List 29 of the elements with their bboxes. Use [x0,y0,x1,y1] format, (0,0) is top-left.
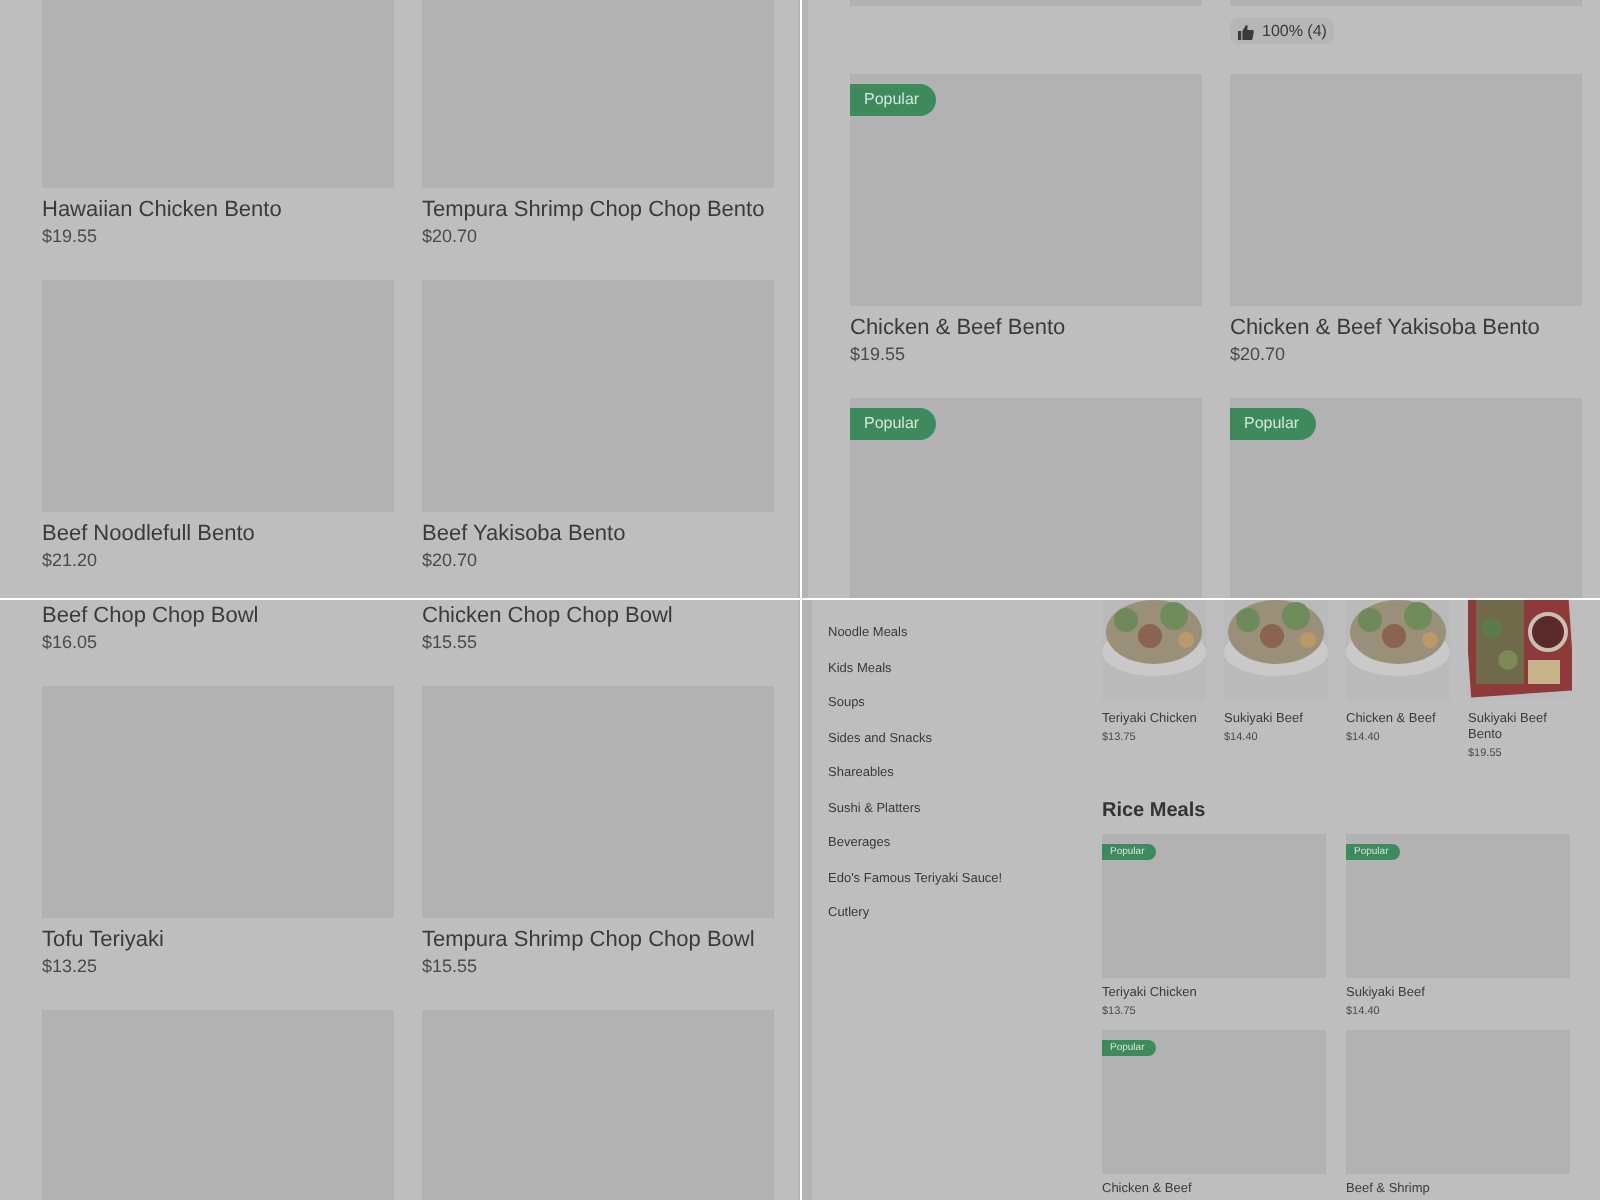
item-name: Tofu Teriyaki [42,926,166,954]
item-name: Beef Yakisoba Bento [422,520,628,548]
item-price: $20.70 [422,224,480,250]
item-name: Chicken & Beef Yakisoba Bento [1230,314,1542,342]
rating-text: 100% (4) [1262,22,1327,40]
image-placeholder[interactable]: Popular [850,398,1202,598]
popular-badge: Popular [850,84,936,116]
item-price: $20.70 [422,548,480,574]
popular-badge: Popular [850,408,936,440]
thumbs-up-icon [1238,23,1254,39]
item-price: $16.05 [42,630,100,656]
item-price: $21.20 [42,548,100,574]
section-heading: Rice Meals [1102,800,1208,822]
item-price: $15.55 [422,630,480,656]
item-price: $20.70 [1230,342,1288,368]
item-price: $19.55 [850,342,908,368]
item-name: Tempura Shrimp Chop Chop Bento [422,196,767,224]
item-name: Chicken & Beef Bento [850,314,1068,342]
item-price: $15.55 [422,954,480,980]
item-price: $19.55 [42,224,100,250]
item-name: Beef Noodlefull Bento [42,520,257,548]
item-name: Hawaiian Chicken Bento [42,196,284,224]
item-price: $13.25 [42,954,100,980]
image-placeholder[interactable]: Popular [1230,398,1582,598]
image-placeholder[interactable]: Popular [850,74,1202,306]
item-name: Beef Chop Chop Bowl [42,602,261,630]
item-name: Chicken Chop Chop Bowl [422,602,675,630]
item-name: Tempura Shrimp Chop Chop Bowl [422,926,757,954]
popular-badge: Popular [1230,408,1316,440]
